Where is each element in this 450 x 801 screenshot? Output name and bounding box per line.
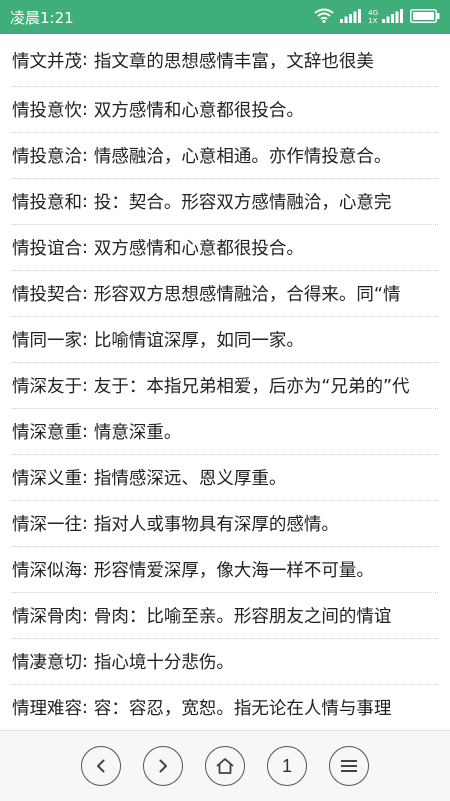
network-type-label: 4G bbox=[368, 9, 378, 17]
signal-icon-2 bbox=[382, 8, 404, 27]
chevron-right-icon bbox=[159, 759, 167, 773]
idiom-term: 情理难容 bbox=[12, 699, 82, 719]
term-separator: : bbox=[82, 375, 88, 396]
status-icons: 4G 1X bbox=[314, 8, 440, 27]
idiom-definition: 情意深重。 bbox=[93, 423, 182, 443]
idiom-definition: 指对人或事物具有深厚的感情。 bbox=[93, 515, 339, 535]
home-button[interactable] bbox=[205, 746, 245, 786]
idiom-definition: 情感融洽，心意相通。亦作情投意合。 bbox=[93, 147, 392, 167]
list-item[interactable]: 情凄意切: 指心境十分悲伤。 bbox=[12, 639, 438, 685]
signal-icon bbox=[340, 8, 362, 27]
idiom-definition: 容：容忍，宽恕。指无论在人情与事理 bbox=[93, 699, 392, 719]
page-number-button[interactable]: 1 bbox=[267, 746, 307, 786]
term-separator: : bbox=[82, 329, 88, 350]
idiom-definition: 形容情爱深厚，像大海一样不可量。 bbox=[93, 561, 374, 581]
idiom-term: 情深一往 bbox=[12, 515, 82, 535]
idiom-definition: 形容双方思想感情融洽，合得来。同“情 bbox=[93, 285, 401, 305]
chevron-left-icon bbox=[97, 759, 105, 773]
idiom-term: 情投意忺 bbox=[12, 101, 82, 121]
idiom-term: 情投意洽 bbox=[12, 147, 82, 167]
list-item[interactable]: 情文并茂: 指文章的思想感情丰富，文辞也很美 bbox=[12, 34, 438, 87]
list-item[interactable]: 情投谊合: 双方感情和心意都很投合。 bbox=[12, 225, 438, 271]
status-time: 凌晨1:21 bbox=[10, 8, 74, 27]
list-item[interactable]: 情深一往: 指对人或事物具有深厚的感情。 bbox=[12, 501, 438, 547]
list-item[interactable]: 情投意洽: 情感融洽，心意相通。亦作情投意合。 bbox=[12, 133, 438, 179]
term-separator: : bbox=[82, 421, 88, 442]
list-item[interactable]: 情深友于: 友于：本指兄弟相爱，后亦为“兄弟的”代 bbox=[12, 363, 438, 409]
term-separator: : bbox=[82, 237, 88, 258]
list-item[interactable]: 情投意和: 投：契合。形容双方感情融洽，心意完 bbox=[12, 179, 438, 225]
sim-label: 1X bbox=[368, 17, 378, 25]
list-item[interactable]: 情深骨肉: 骨肉：比喻至亲。形容朋友之间的情谊 bbox=[12, 593, 438, 639]
list-item[interactable]: 情理难容: 容：容忍，宽恕。指无论在人情与事理 bbox=[12, 685, 438, 730]
list-item[interactable]: 情投契合: 形容双方思想感情融洽，合得来。同“情 bbox=[12, 271, 438, 317]
term-separator: : bbox=[82, 513, 88, 534]
status-bar: 凌晨1:21 4G 1X bbox=[0, 0, 450, 34]
idiom-term: 情文并茂 bbox=[12, 51, 82, 72]
idiom-definition: 指情感深远、恩义厚重。 bbox=[93, 469, 287, 489]
idiom-definition: 比喻情谊深厚，如同一家。 bbox=[93, 331, 304, 351]
wifi-icon bbox=[314, 8, 334, 27]
term-separator: : bbox=[82, 283, 88, 304]
idiom-definition: 双方感情和心意都很投合。 bbox=[93, 101, 304, 121]
list-item[interactable]: 情深意重: 情意深重。 bbox=[12, 409, 438, 455]
list-item[interactable]: 情投意忺: 双方感情和心意都很投合。 bbox=[12, 87, 438, 133]
term-separator: : bbox=[82, 191, 88, 212]
idiom-term: 情深意重 bbox=[12, 423, 82, 443]
term-separator: : bbox=[82, 651, 88, 672]
battery-icon bbox=[410, 8, 440, 27]
idiom-term: 情凄意切 bbox=[12, 653, 82, 673]
list-item[interactable]: 情深似海: 形容情爱深厚，像大海一样不可量。 bbox=[12, 547, 438, 593]
back-button[interactable] bbox=[81, 746, 121, 786]
menu-icon bbox=[341, 760, 357, 772]
home-icon bbox=[216, 758, 234, 774]
idiom-term: 情投谊合 bbox=[12, 239, 82, 259]
idiom-term: 情深友于 bbox=[12, 377, 82, 397]
idiom-definition: 双方感情和心意都很投合。 bbox=[93, 239, 304, 259]
network-type-labels: 4G 1X bbox=[368, 9, 378, 25]
idiom-term: 情投契合 bbox=[12, 285, 82, 305]
idiom-term: 情深似海 bbox=[12, 561, 82, 581]
page-number: 1 bbox=[281, 755, 292, 776]
term-separator: : bbox=[82, 50, 88, 70]
idiom-definition: 骨肉：比喻至亲。形容朋友之间的情谊 bbox=[93, 607, 392, 627]
term-separator: : bbox=[82, 145, 88, 166]
idiom-definition: 指文章的思想感情丰富，文辞也很美 bbox=[93, 51, 374, 72]
term-separator: : bbox=[82, 467, 88, 488]
list-item[interactable]: 情同一家: 比喻情谊深厚，如同一家。 bbox=[12, 317, 438, 363]
term-separator: : bbox=[82, 697, 88, 718]
idiom-definition: 投：契合。形容双方感情融洽，心意完 bbox=[93, 193, 392, 213]
idiom-term: 情投意和 bbox=[12, 193, 82, 213]
menu-button[interactable] bbox=[329, 746, 369, 786]
term-separator: : bbox=[82, 559, 88, 580]
idiom-definition: 友于：本指兄弟相爱，后亦为“兄弟的”代 bbox=[93, 377, 410, 397]
forward-button[interactable] bbox=[143, 746, 183, 786]
idiom-term: 情深义重 bbox=[12, 469, 82, 489]
idiom-term: 情同一家 bbox=[12, 331, 82, 351]
term-separator: : bbox=[82, 605, 88, 626]
list-item[interactable]: 情深义重: 指情感深远、恩义厚重。 bbox=[12, 455, 438, 501]
term-separator: : bbox=[82, 99, 88, 120]
bottom-toolbar: 1 bbox=[0, 730, 450, 801]
idiom-list[interactable]: 情文并茂: 指文章的思想感情丰富，文辞也很美 情投意忺: 双方感情和心意都很投合。 情投… bbox=[0, 34, 450, 730]
idiom-definition: 指心境十分悲伤。 bbox=[93, 653, 234, 673]
idiom-term: 情深骨肉 bbox=[12, 607, 82, 627]
